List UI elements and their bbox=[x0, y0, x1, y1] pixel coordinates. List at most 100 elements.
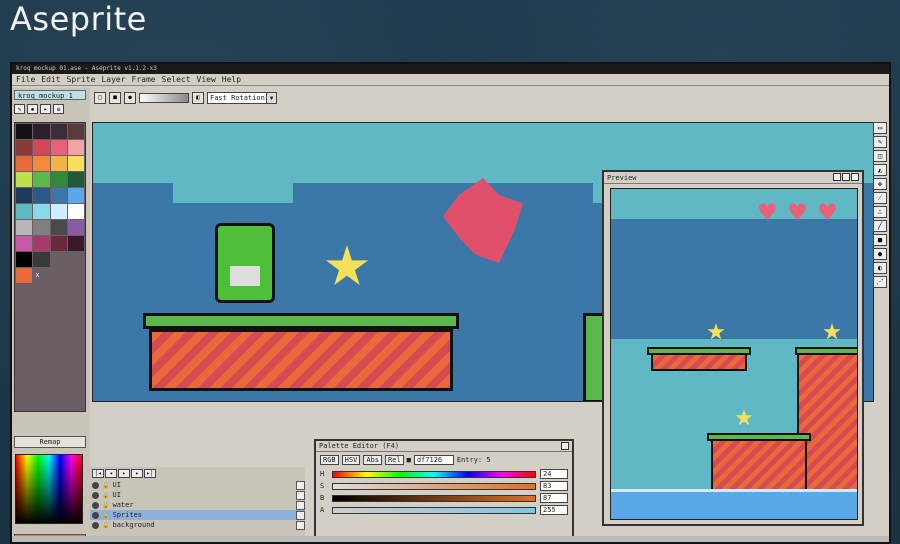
bucket-icon[interactable]: ◭ bbox=[873, 164, 887, 176]
palette-swatch[interactable] bbox=[16, 188, 33, 203]
menu-view[interactable]: View bbox=[197, 74, 216, 85]
palette-swatch[interactable] bbox=[16, 204, 33, 219]
palette-swatch[interactable] bbox=[50, 204, 67, 219]
first-frame-icon[interactable]: |◂ bbox=[92, 469, 104, 478]
alpha-slider[interactable] bbox=[332, 506, 536, 514]
lock-icon[interactable]: 🔒 bbox=[102, 492, 109, 499]
eyedropper-icon[interactable]: ⁄ bbox=[873, 192, 887, 204]
remap-button[interactable]: Remap bbox=[14, 436, 86, 448]
close-icon[interactable] bbox=[561, 442, 569, 450]
tab-document[interactable]: kroq mockup 1 bbox=[14, 90, 86, 100]
menu-sprite[interactable]: Sprite bbox=[67, 74, 96, 85]
palette-swatch[interactable] bbox=[50, 220, 67, 235]
saturation-value[interactable]: 83 bbox=[540, 481, 568, 491]
palette-swatch[interactable] bbox=[33, 124, 50, 139]
lock-icon[interactable]: 🔒 bbox=[102, 482, 109, 489]
lock-icon[interactable]: 🔒 bbox=[102, 512, 109, 519]
palette-swatch[interactable] bbox=[67, 140, 84, 155]
hue-slider[interactable] bbox=[332, 470, 536, 478]
layer-row[interactable]: 🔒 water bbox=[90, 500, 305, 510]
play-icon[interactable] bbox=[842, 173, 850, 181]
palette-swatch[interactable] bbox=[50, 172, 67, 187]
palette-swatch[interactable] bbox=[67, 252, 84, 267]
eye-icon[interactable] bbox=[92, 481, 99, 489]
palette-swatch[interactable] bbox=[33, 204, 50, 219]
hue-value[interactable]: 24 bbox=[540, 469, 568, 479]
brightness-value[interactable]: 87 bbox=[540, 493, 568, 503]
cel-cell[interactable] bbox=[296, 510, 305, 520]
layer-row[interactable]: 🔒 UI bbox=[90, 490, 305, 500]
menu-select[interactable]: Select bbox=[162, 74, 191, 85]
layer-row[interactable]: 🔒 UI bbox=[90, 480, 305, 490]
palette-swatch[interactable] bbox=[50, 156, 67, 171]
eraser-icon[interactable]: ◫ bbox=[873, 150, 887, 162]
palette-swatch[interactable] bbox=[50, 124, 67, 139]
palette-swatch[interactable] bbox=[50, 140, 67, 155]
marquee-icon[interactable]: ▭ bbox=[873, 122, 887, 134]
minimize-icon[interactable] bbox=[833, 173, 841, 181]
palette-swatch[interactable] bbox=[16, 252, 33, 267]
palette-swatch[interactable] bbox=[16, 124, 33, 139]
palette-swatch[interactable] bbox=[16, 156, 33, 171]
menu-edit[interactable]: Edit bbox=[41, 74, 60, 85]
brush-shape-icon[interactable]: ■ bbox=[109, 92, 121, 104]
brush-size-slider[interactable] bbox=[139, 93, 189, 103]
cel-cell[interactable] bbox=[296, 480, 305, 490]
sort-icon[interactable]: ▸ bbox=[40, 104, 51, 114]
palette-swatch[interactable] bbox=[67, 172, 84, 187]
palette-editor-dialog[interactable]: Palette Editor (F4) RGB HSV Abs Rel ■ df… bbox=[314, 439, 574, 539]
palette-swatch[interactable] bbox=[33, 140, 50, 155]
eye-icon[interactable] bbox=[92, 521, 99, 529]
palette-swatch[interactable] bbox=[33, 236, 50, 251]
palette-swatch[interactable] bbox=[33, 252, 50, 267]
palette-swatch[interactable] bbox=[67, 188, 84, 203]
mode-rgb-button[interactable]: RGB bbox=[320, 455, 339, 465]
palette-swatch[interactable] bbox=[33, 188, 50, 203]
pencil-icon[interactable]: ✎ bbox=[14, 104, 25, 114]
brush-type-icon[interactable]: □ bbox=[94, 92, 106, 104]
palette-swatch[interactable] bbox=[50, 252, 67, 267]
lock-icon[interactable]: ▪ bbox=[27, 104, 38, 114]
palette-swatch[interactable] bbox=[33, 156, 50, 171]
rotation-algorithm-select[interactable]: Fast Rotation ▼ bbox=[207, 92, 277, 104]
palette-swatch[interactable] bbox=[67, 236, 84, 251]
last-frame-icon[interactable]: ▸| bbox=[144, 469, 156, 478]
eye-icon[interactable] bbox=[92, 491, 99, 499]
eye-icon[interactable] bbox=[92, 501, 99, 509]
line-icon[interactable]: ╱ bbox=[873, 220, 887, 232]
lock-icon[interactable]: 🔒 bbox=[102, 502, 109, 509]
play-icon[interactable]: ▸ bbox=[118, 469, 130, 478]
mode-hsv-button[interactable]: HSV bbox=[341, 455, 361, 465]
hex-input[interactable]: df7126 bbox=[413, 455, 454, 465]
cel-cell[interactable] bbox=[296, 520, 305, 530]
palette-swatch[interactable] bbox=[16, 236, 33, 251]
palette-swatch[interactable] bbox=[16, 172, 33, 187]
contour-icon[interactable]: ◐ bbox=[873, 262, 887, 274]
next-frame-icon[interactable]: ▸ bbox=[131, 469, 143, 478]
alpha-value[interactable]: 255 bbox=[540, 505, 568, 515]
palette-swatch[interactable] bbox=[67, 220, 84, 235]
layer-row[interactable]: 🔒 Sprites bbox=[90, 510, 305, 520]
spray-icon[interactable]: ∴ bbox=[873, 206, 887, 218]
brightness-slider[interactable] bbox=[332, 494, 536, 502]
palette-swatch[interactable] bbox=[16, 140, 33, 155]
palette-swatch[interactable] bbox=[50, 236, 67, 251]
ellipse-icon[interactable]: ● bbox=[873, 248, 887, 260]
brush-size-icon[interactable]: ● bbox=[124, 92, 136, 104]
saturation-slider[interactable] bbox=[332, 482, 536, 490]
palette-swatch[interactable] bbox=[16, 268, 33, 283]
color-picker[interactable] bbox=[15, 454, 83, 524]
color-palette[interactable]: x bbox=[14, 122, 86, 412]
preview-window[interactable]: Preview ♥ ♥ ♥ bbox=[602, 170, 864, 526]
lock-icon[interactable]: 🔒 bbox=[102, 522, 109, 529]
rect-icon[interactable]: ■ bbox=[873, 234, 887, 246]
move-icon[interactable]: ✥ bbox=[873, 178, 887, 190]
palette-swatch[interactable] bbox=[33, 220, 50, 235]
palette-swatch[interactable] bbox=[16, 220, 33, 235]
prev-frame-icon[interactable]: ◂ bbox=[105, 469, 117, 478]
menu-frame[interactable]: Frame bbox=[132, 74, 156, 85]
palette-swatch[interactable] bbox=[67, 156, 84, 171]
cel-cell[interactable] bbox=[296, 490, 305, 500]
menu-file[interactable]: File bbox=[16, 74, 35, 85]
layer-row[interactable]: 🔒 background bbox=[90, 520, 305, 530]
